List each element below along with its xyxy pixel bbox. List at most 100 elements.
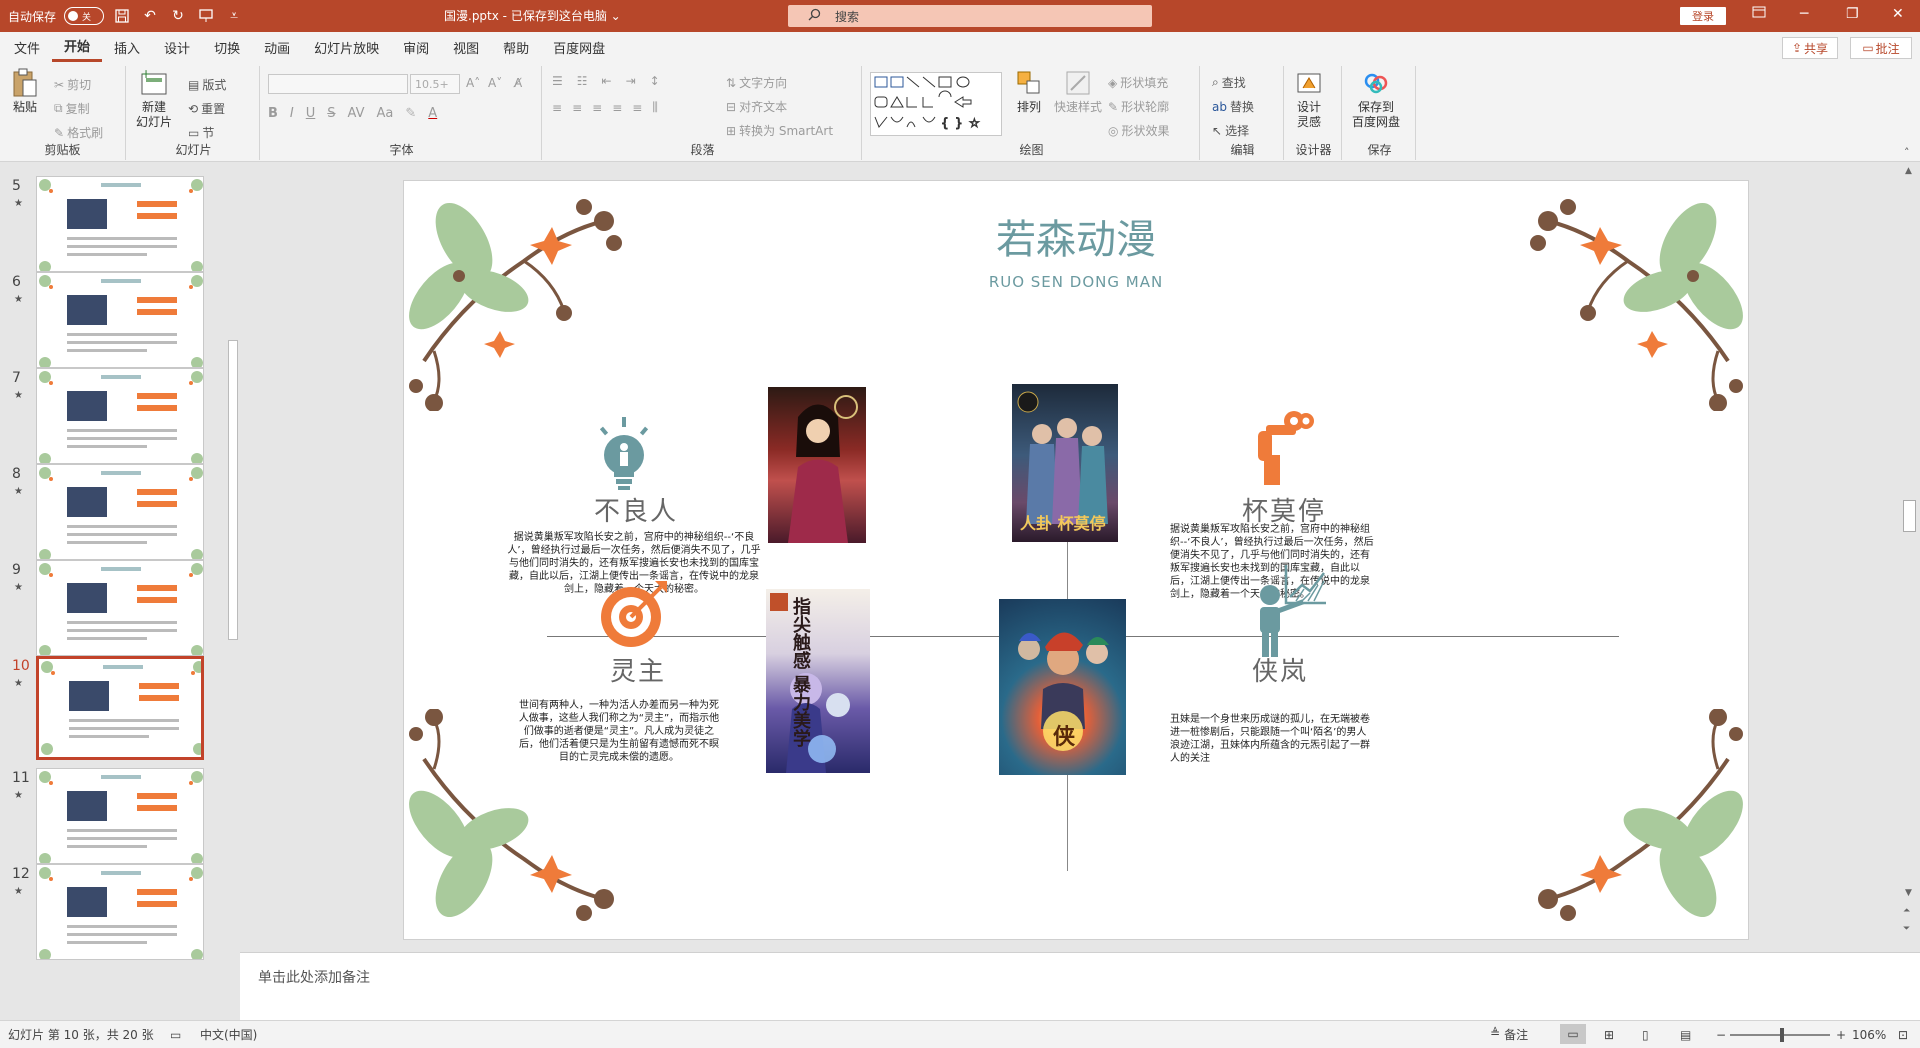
login-button[interactable]: 登录 (1680, 7, 1726, 25)
slide-thumbnail[interactable] (36, 368, 204, 464)
zoom-in-icon[interactable]: + (1836, 1028, 1846, 1042)
font-size-combo[interactable]: 10.5+ (410, 74, 460, 94)
close-icon[interactable]: ✕ (1892, 6, 1904, 22)
scroll-up-icon[interactable]: ▲ (1905, 166, 1912, 176)
tab-5[interactable]: 动画 (252, 32, 302, 62)
reading-view-icon[interactable]: ▯ (1642, 1028, 1649, 1042)
slide-thumbnail[interactable] (36, 560, 204, 656)
item-desc-lingzhu[interactable]: 世间有两种人，一种为活人办差而另一种为死人做事，这些人我们称之为“灵主”，而指示… (516, 699, 722, 764)
tab-4[interactable]: 切换 (202, 32, 252, 62)
italic-icon[interactable]: I (290, 106, 294, 121)
tab-9[interactable]: 帮助 (491, 32, 541, 62)
tab-7[interactable]: 审阅 (391, 32, 441, 62)
clear-format-icon[interactable]: A̸ (514, 76, 522, 90)
font-name-combo[interactable] (268, 74, 408, 94)
save-icon[interactable] (112, 6, 132, 26)
line-spacing-icon[interactable]: ↕ (650, 74, 660, 88)
align-left-icon[interactable]: ≡ (552, 101, 562, 115)
ribbon-display-icon[interactable] (1752, 6, 1766, 22)
scroll-down-icon[interactable]: ▼ (1905, 888, 1912, 898)
arrange-button[interactable]: 排列 (1014, 68, 1044, 115)
collapse-ribbon-icon[interactable]: ˄ (1904, 146, 1910, 159)
tab-8[interactable]: 视图 (441, 32, 491, 62)
item-desc-xialan[interactable]: 丑妹是一个身世来历成谜的孤儿，在无端被卷进一桩惨剧后，只能跟随一个叫‘陌名’的男… (1170, 713, 1376, 765)
slide-10[interactable]: 若森动漫 RUO SEN DONG MAN 不良人 据说黄巢叛军攻陷长安之前，宫… (403, 180, 1749, 940)
align-text-button[interactable]: ⊟ 对齐文本 (726, 98, 787, 115)
share-button[interactable]: ⇪ 共享 (1782, 37, 1838, 59)
decrease-indent-icon[interactable]: ⇤ (602, 74, 612, 88)
quick-styles-button[interactable]: 快速样式 (1054, 68, 1102, 115)
char-spacing-icon[interactable]: AV (348, 106, 365, 121)
tab-6[interactable]: 幻灯片放映 (302, 32, 391, 62)
replace-button[interactable]: ab 替换 (1212, 98, 1254, 115)
slide-thumbnail[interactable] (36, 768, 204, 864)
shape-effects-button[interactable]: ◎ 形状效果 (1108, 122, 1170, 139)
thumbnail-scrollbar-thumb[interactable] (228, 340, 238, 640)
language-indicator[interactable]: 中文(中国) (200, 1026, 257, 1043)
tab-10[interactable]: 百度网盘 (541, 32, 617, 62)
accessibility-icon[interactable]: ▭ (170, 1028, 181, 1042)
tab-3[interactable]: 设计 (152, 32, 202, 62)
autosave-toggle[interactable]: 关 (64, 7, 105, 25)
bullets-icon[interactable]: ☰ (552, 74, 563, 88)
normal-view-icon[interactable]: ▭ (1560, 1024, 1586, 1044)
bold-icon[interactable]: B (268, 106, 278, 121)
shape-outline-button[interactable]: ✎ 形状轮廓 (1108, 98, 1169, 115)
text-direction-button[interactable]: ⇅ 文字方向 (726, 74, 787, 91)
font-color-icon[interactable]: A (428, 106, 437, 121)
slide-scrollbar-thumb[interactable] (1903, 500, 1916, 532)
search-box[interactable]: 搜索 (788, 5, 1152, 27)
highlight-icon[interactable]: ✎ (405, 106, 416, 121)
tab-0[interactable]: 文件 (2, 32, 52, 62)
slide-title[interactable]: 若森动漫 (404, 207, 1748, 265)
design-ideas-button[interactable]: 设计 灵感 (1294, 68, 1324, 130)
increase-indent-icon[interactable]: ⇥ (626, 74, 636, 88)
copy-button[interactable]: ⧉ 复制 (54, 100, 90, 117)
minimize-icon[interactable]: ─ (1800, 6, 1808, 22)
slideshow-icon[interactable]: ▤ (1680, 1028, 1691, 1042)
change-case-icon[interactable]: Aa (377, 106, 394, 121)
columns-icon[interactable]: ⫼ (652, 100, 658, 115)
customize-qat-icon[interactable]: ⩡ (224, 6, 244, 26)
strikethrough-icon[interactable]: S (327, 106, 335, 121)
slide-thumbnail[interactable] (36, 864, 204, 960)
tab-1[interactable]: 开始 (52, 32, 103, 62)
slide-scrollbar[interactable]: ▲ ▼ ⏶ ⏷ (1900, 162, 1920, 952)
item-name-lingzhu[interactable]: 灵主 (610, 651, 666, 688)
slide-thumbnail[interactable] (36, 656, 204, 760)
cut-button[interactable]: ✂ 剪切 (54, 76, 91, 93)
align-center-icon[interactable]: ≡ (572, 101, 582, 115)
save-baidu-button[interactable]: 保存到 百度网盘 (1352, 68, 1400, 130)
distributed-icon[interactable]: ≡ (632, 101, 642, 115)
poster-xialan[interactable]: 侠 (999, 599, 1126, 775)
select-button[interactable]: ↖ 选择 (1212, 122, 1249, 139)
shapes-gallery[interactable]: {} ☆ (870, 72, 1002, 136)
zoom-out-icon[interactable]: − (1716, 1028, 1726, 1042)
poster-lingzhu[interactable]: 指尖触感 暴力美学 (766, 589, 870, 773)
maximize-icon[interactable]: ❐ (1846, 6, 1859, 22)
document-title[interactable]: 国漫.pptx - 已保存到这台电脑 ⌄ (444, 7, 621, 24)
slide-subtitle[interactable]: RUO SEN DONG MAN (404, 273, 1748, 291)
slide-thumbnail[interactable] (36, 272, 204, 368)
start-from-beginning-icon[interactable] (196, 6, 216, 26)
zoom-slider-handle[interactable] (1780, 1028, 1784, 1042)
notes-toggle-button[interactable]: ≜ 备注 (1490, 1026, 1528, 1043)
grow-font-icon[interactable]: A˄ (466, 76, 480, 90)
shrink-font-icon[interactable]: A˅ (488, 76, 502, 90)
slide-counter[interactable]: 幻灯片 第 10 张，共 20 张 (8, 1026, 154, 1043)
new-slide-button[interactable]: + 新建 幻灯片 (136, 68, 172, 130)
layout-button[interactable]: ▤ 版式 (188, 76, 226, 93)
paste-button[interactable]: 粘贴 (10, 68, 40, 115)
slide-thumbnail[interactable] (36, 464, 204, 560)
format-painter-button[interactable]: ✎ 格式刷 (54, 124, 103, 141)
zoom-level[interactable]: 106% (1852, 1028, 1886, 1042)
reset-button[interactable]: ⟲ 重置 (188, 100, 225, 117)
align-right-icon[interactable]: ≡ (592, 101, 602, 115)
find-button[interactable]: ⌕ 查找 (1212, 74, 1246, 91)
section-button[interactable]: ▭ 节 (188, 124, 214, 141)
numbering-icon[interactable]: ☷ (577, 74, 588, 88)
underline-icon[interactable]: U (306, 106, 316, 121)
poster-buliangren[interactable] (768, 387, 866, 543)
fit-slide-icon[interactable]: ⊡ (1898, 1028, 1908, 1042)
previous-slide-icon[interactable]: ⏶ (1903, 906, 1910, 916)
